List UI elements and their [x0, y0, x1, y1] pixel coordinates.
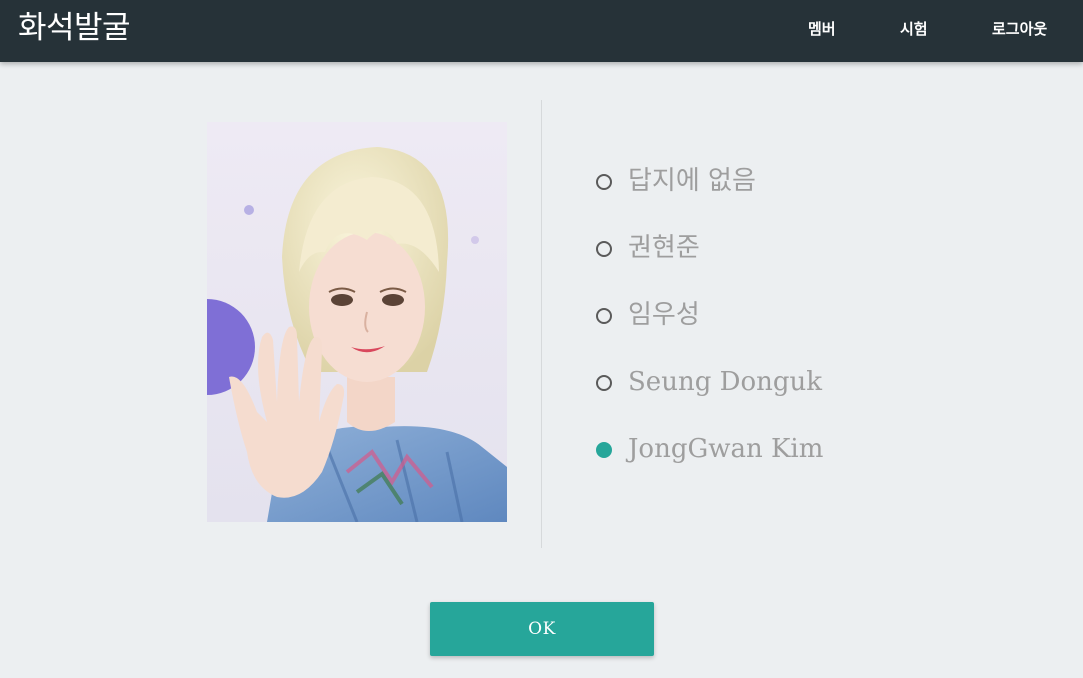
person-photo-icon [207, 122, 507, 522]
radio-button[interactable] [596, 375, 612, 391]
vertical-divider [541, 100, 542, 548]
answer-option-5[interactable]: JongGwan Kim [596, 428, 1016, 495]
answer-option-label: 권현준 [628, 233, 700, 263]
nav-link-member[interactable]: 멤버 [808, 17, 836, 41]
answer-option-label: Seung Donguk [628, 367, 822, 397]
answer-options: 답지에 없음 권현준 임우성 Seung Donguk JongGwan Kim [596, 160, 1016, 495]
answer-option-1[interactable]: 답지에 없음 [596, 160, 1016, 227]
radio-button[interactable] [596, 174, 612, 190]
answer-option-label: 임우성 [628, 300, 700, 330]
answer-option-2[interactable]: 권현준 [596, 227, 1016, 294]
radio-button[interactable] [596, 241, 612, 257]
ok-button[interactable]: OK [430, 602, 654, 656]
nav-link-logout[interactable]: 로그아웃 [992, 17, 1047, 41]
top-navbar: 화석발굴 멤버 시험 로그아웃 [0, 0, 1083, 62]
answer-option-3[interactable]: 임우성 [596, 294, 1016, 361]
answer-option-4[interactable]: Seung Donguk [596, 361, 1016, 428]
answer-option-label: 답지에 없음 [628, 166, 756, 196]
nav-link-exam[interactable]: 시험 [900, 17, 928, 41]
radio-button-selected[interactable] [596, 442, 612, 458]
brand-logo[interactable]: 화석발굴 [18, 8, 131, 48]
answer-option-label: JongGwan Kim [628, 434, 824, 464]
radio-button[interactable] [596, 308, 612, 324]
